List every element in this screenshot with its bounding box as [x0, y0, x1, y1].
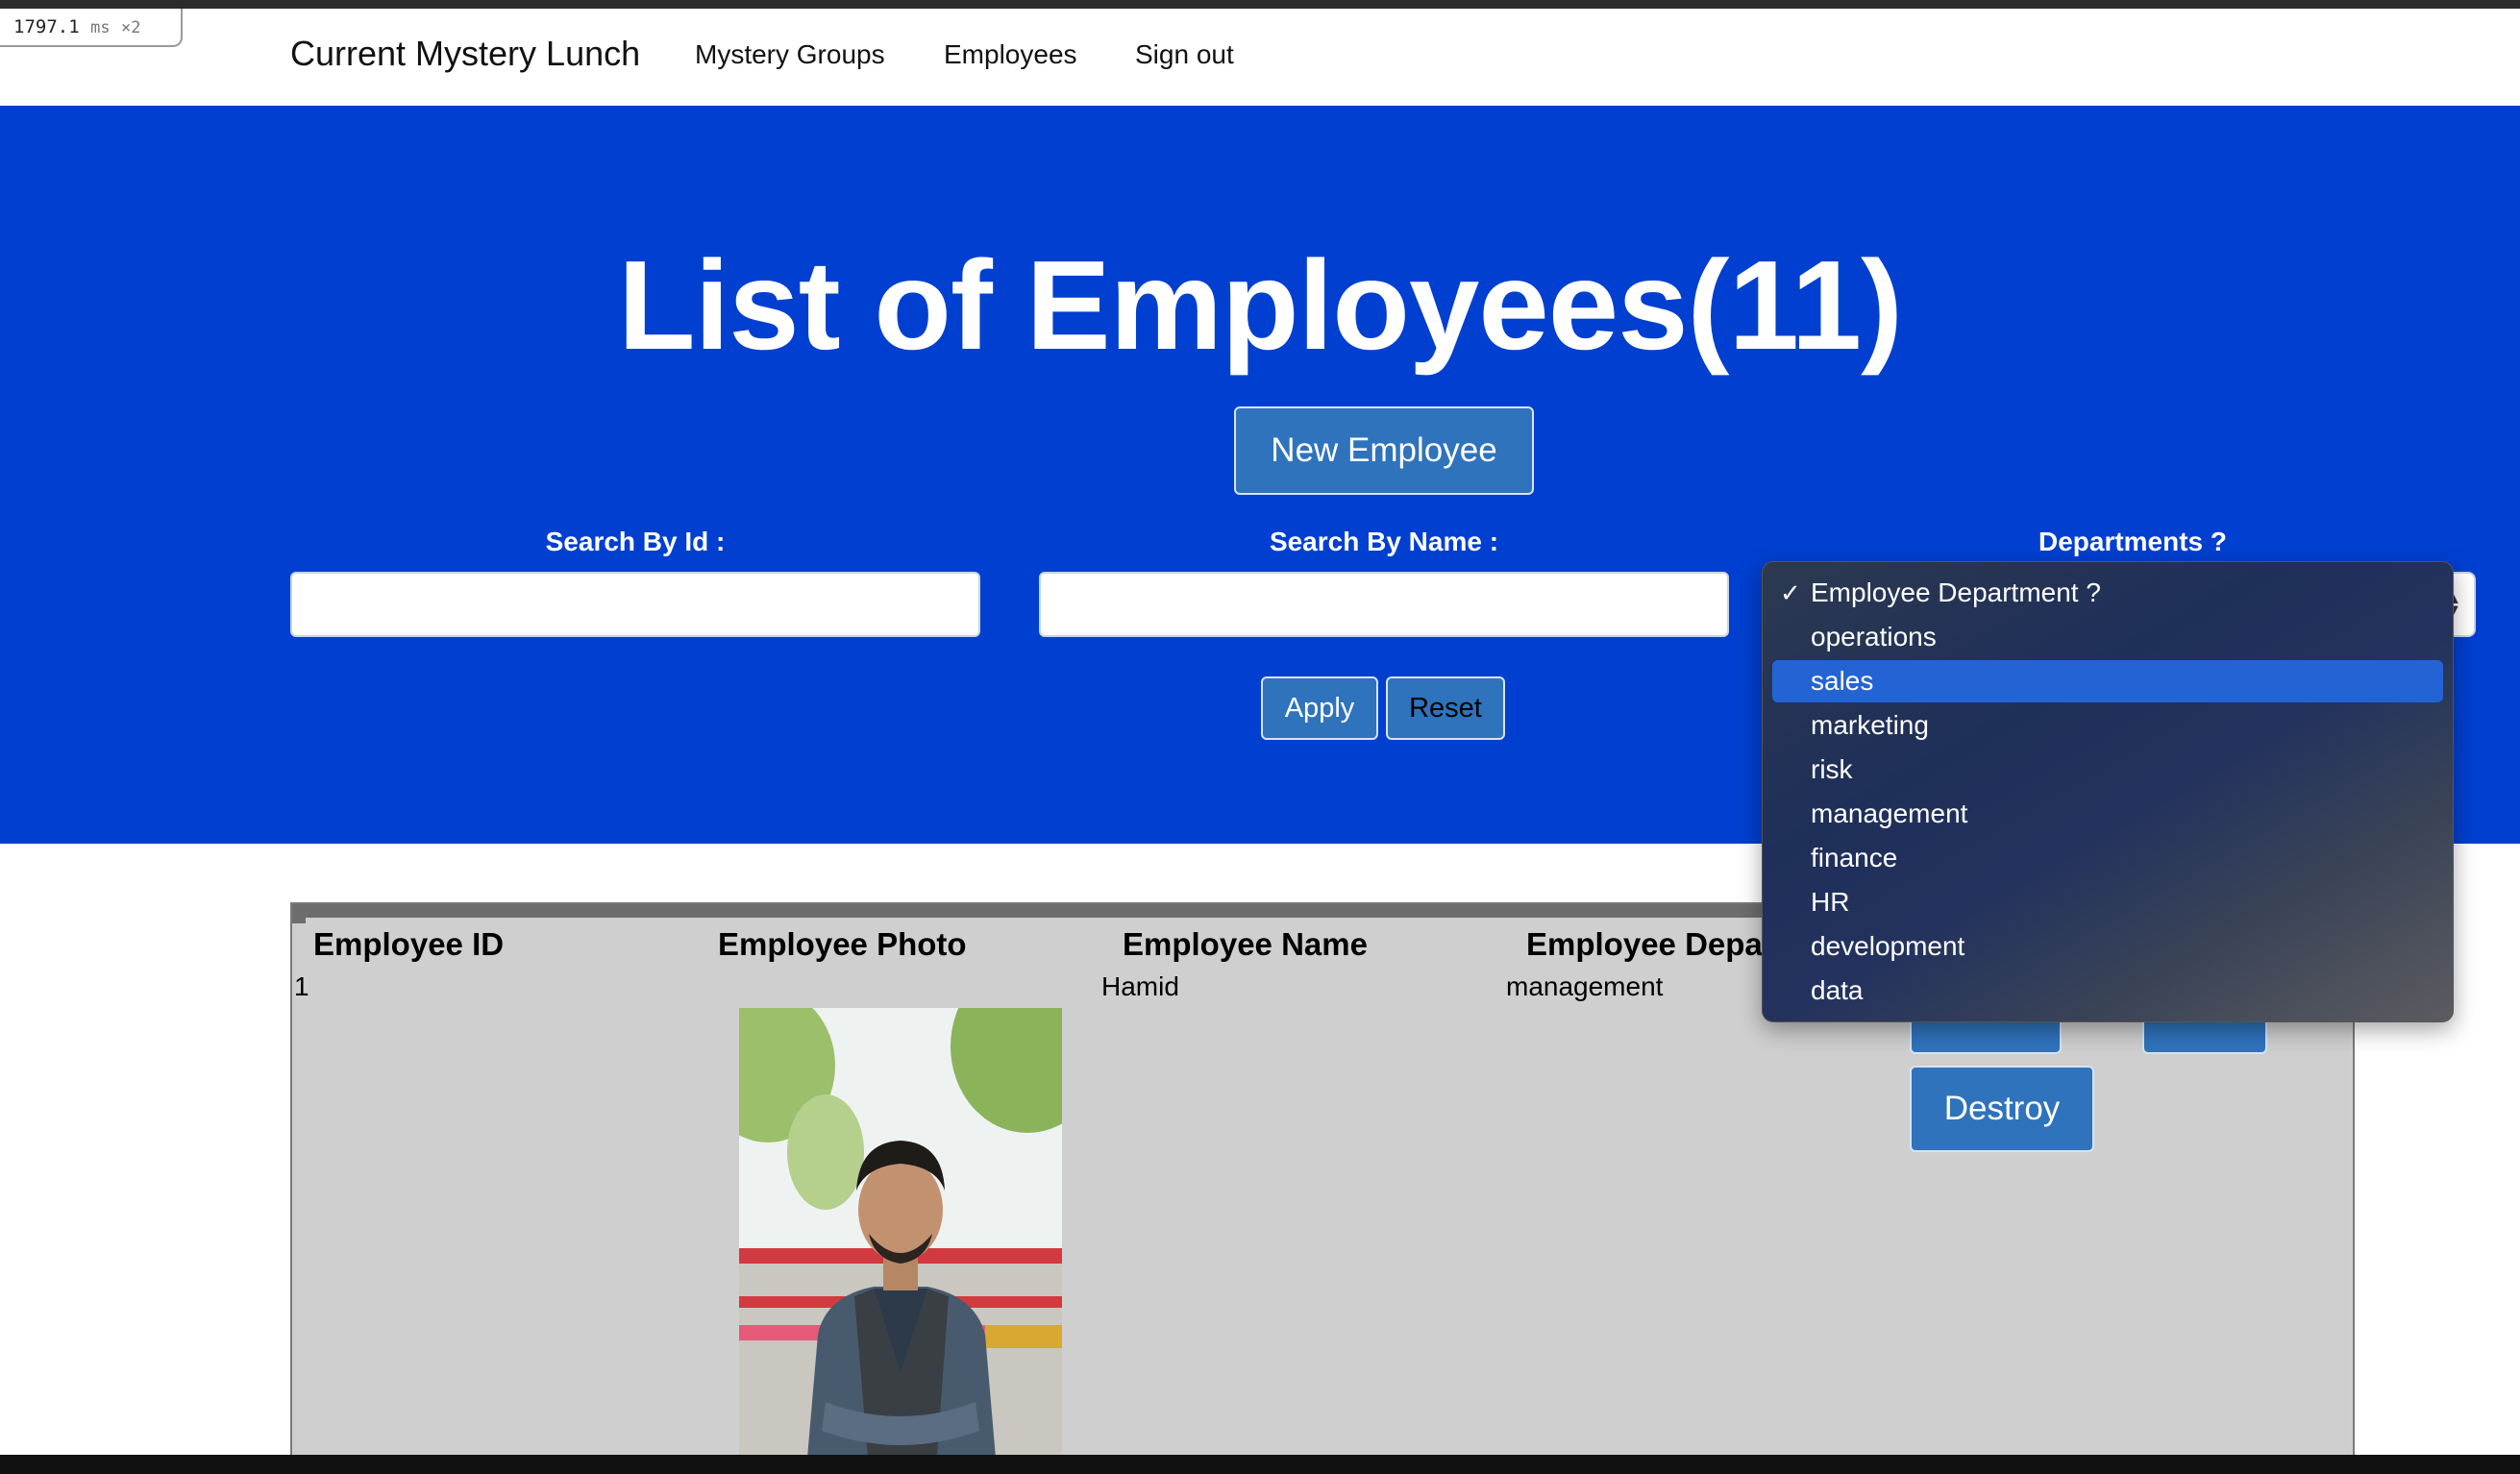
- dropdown-option-risk[interactable]: risk: [1772, 749, 2443, 791]
- dropdown-option-sales[interactable]: sales: [1772, 660, 2443, 702]
- dropdown-option-data[interactable]: data: [1772, 970, 2443, 1012]
- page-title: List of Employees(11): [617, 234, 1903, 376]
- brand-link[interactable]: Current Mystery Lunch: [290, 34, 640, 74]
- header-employee-department: Employee Depar: [1526, 926, 1775, 962]
- dropdown-option-operations[interactable]: operations: [1772, 616, 2443, 658]
- dropdown-option-finance[interactable]: finance: [1772, 837, 2443, 879]
- row-employee-id: 1: [294, 971, 309, 1001]
- dropdown-option-development[interactable]: development: [1772, 925, 2443, 968]
- search-name-input[interactable]: [1039, 572, 1729, 637]
- navbar: Current Mystery Lunch Mystery Groups Emp…: [0, 9, 2520, 106]
- nav-employees[interactable]: Employees: [944, 39, 1077, 70]
- page: Current Mystery Lunch Mystery Groups Emp…: [0, 9, 2520, 1455]
- row-employee-name: Hamid: [1101, 971, 1179, 1001]
- nav-mystery-groups[interactable]: Mystery Groups: [695, 39, 885, 70]
- timer-multiplier: ×2: [121, 18, 141, 37]
- dropdown-option-marketing[interactable]: marketing: [1772, 704, 2443, 747]
- reset-button[interactable]: Reset: [1386, 676, 1505, 740]
- timer-value: 1797.1: [13, 16, 80, 37]
- apply-button[interactable]: Apply: [1261, 676, 1378, 740]
- destroy-button[interactable]: Destroy: [1910, 1066, 2094, 1152]
- departments-label: Departments ?: [2038, 527, 2228, 556]
- browser-top-edge: [0, 0, 2520, 9]
- row-employee-department: management: [1506, 971, 1664, 1001]
- browser-bottom-edge: [0, 1455, 2520, 1474]
- header-employee-name: Employee Name: [1123, 926, 1368, 962]
- nav-sign-out[interactable]: Sign out: [1135, 39, 1234, 70]
- dropdown-option-hr[interactable]: HR: [1772, 881, 2443, 923]
- header-employee-id: Employee ID: [313, 926, 505, 962]
- checkmark-icon: ✓: [1780, 578, 1801, 607]
- timer-unit: ms: [90, 18, 111, 37]
- departments-dropdown-menu: ✓ Employee Department ? operations sales…: [1762, 561, 2454, 1022]
- search-name-label: Search By Name :: [1269, 527, 1499, 556]
- header-employee-photo: Employee Photo: [718, 926, 967, 962]
- search-id-label: Search By Id :: [545, 527, 726, 556]
- dropdown-option-management[interactable]: management: [1772, 793, 2443, 835]
- new-employee-button[interactable]: New Employee: [1234, 406, 1534, 495]
- dropdown-option-placeholder[interactable]: ✓ Employee Department ?: [1772, 572, 2443, 614]
- employee-photo: [739, 1008, 1062, 1455]
- render-timer: 1797.1 ms ×2: [0, 9, 183, 47]
- search-id-input[interactable]: [290, 572, 980, 637]
